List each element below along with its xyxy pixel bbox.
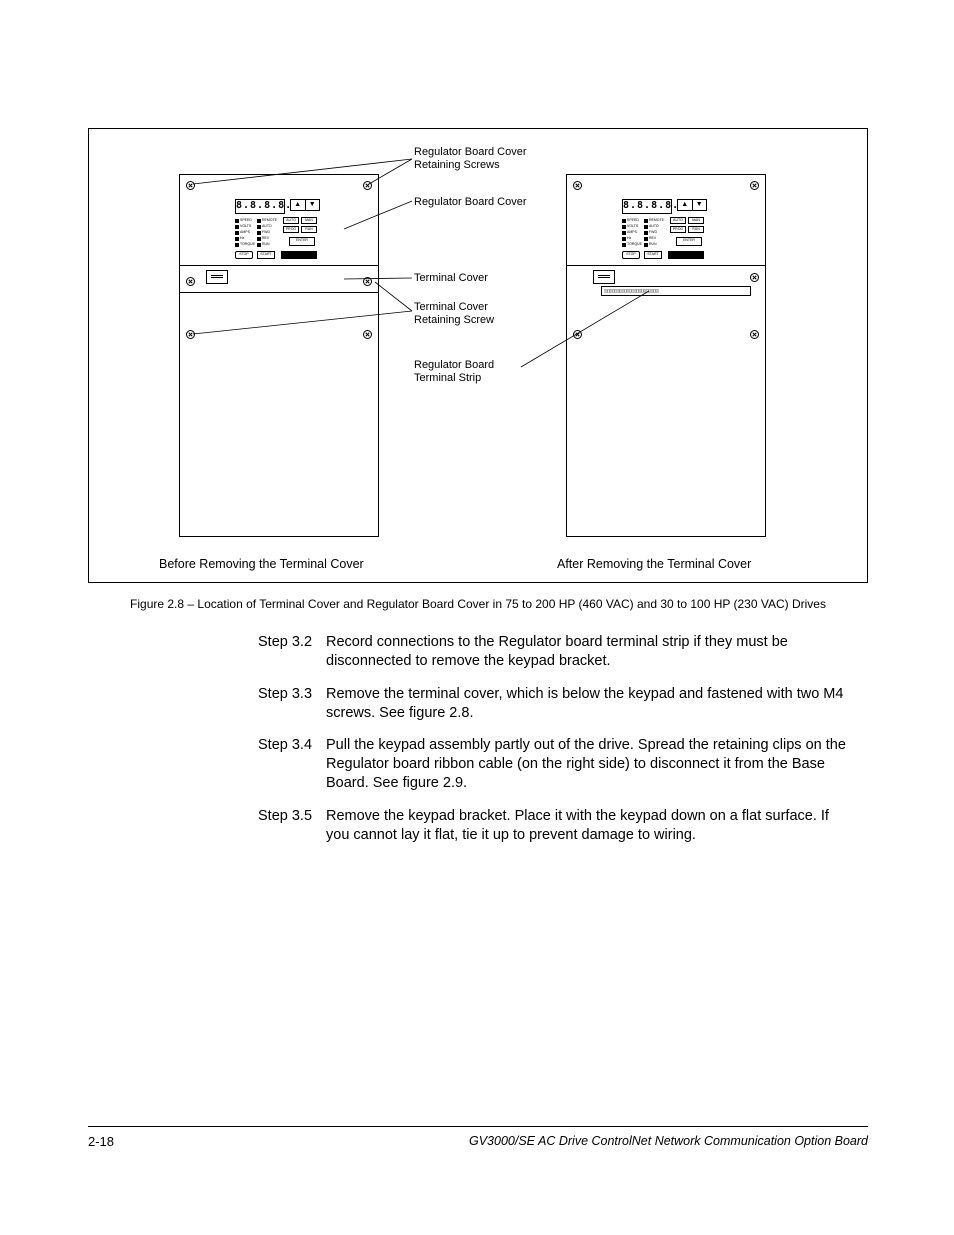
terminal-cover-window bbox=[206, 270, 228, 284]
step-3-2: Step 3.2 Record connections to the Regul… bbox=[258, 633, 853, 671]
page-number: 2-18 bbox=[88, 1134, 114, 1149]
screw-icon bbox=[186, 181, 195, 190]
label-terminal-cover: Terminal Cover bbox=[414, 272, 488, 285]
screw-icon bbox=[573, 330, 582, 339]
screw-icon bbox=[750, 273, 759, 282]
screw-icon bbox=[750, 181, 759, 190]
keypad-after: 8.8.8.8. ▲▼ SPEED VOLTS AMPS Hz TORQUE R… bbox=[622, 199, 712, 259]
lcd-display: 8.8.8.8. bbox=[235, 199, 285, 214]
screw-icon bbox=[186, 277, 195, 286]
step-3-4: Step 3.4 Pull the keypad assembly partly… bbox=[258, 736, 853, 793]
drive-panel-after: ▯▯▯▯▯▯▯▯▯▯▯▯▯▯▯▯▯▯▯▯▯▯▯▯▯▯▯▯▯▯▯▯ 8.8.8.8… bbox=[566, 174, 766, 537]
subcaption-after: After Removing the Terminal Cover bbox=[557, 557, 751, 571]
figure-frame: 8.8.8.8. ▲▼ SPEED VOLTS AMPS Hz TORQUE R… bbox=[88, 128, 868, 583]
screw-icon bbox=[363, 277, 372, 286]
label-terminal-strip: Regulator BoardTerminal Strip bbox=[414, 359, 494, 385]
label-retaining-screws: Regulator Board CoverRetaining Screws bbox=[414, 146, 527, 172]
step-3-5: Step 3.5 Remove the keypad bracket. Plac… bbox=[258, 807, 853, 845]
screw-icon bbox=[750, 330, 759, 339]
steps-list: Step 3.2 Record connections to the Regul… bbox=[258, 633, 853, 845]
arrow-buttons: ▲▼ bbox=[677, 199, 707, 211]
keypad-before: 8.8.8.8. ▲▼ SPEED VOLTS AMPS Hz TORQUE R… bbox=[235, 199, 325, 259]
lcd-display: 8.8.8.8. bbox=[622, 199, 672, 214]
label-board-cover: Regulator Board Cover bbox=[414, 196, 527, 209]
drive-panel-before: 8.8.8.8. ▲▼ SPEED VOLTS AMPS Hz TORQUE R… bbox=[179, 174, 379, 537]
terminal-window-after bbox=[593, 270, 615, 284]
screw-icon bbox=[186, 330, 195, 339]
screw-icon bbox=[363, 330, 372, 339]
screw-icon bbox=[363, 181, 372, 190]
footer-title: GV3000/SE AC Drive ControlNet Network Co… bbox=[469, 1134, 868, 1148]
screw-icon bbox=[573, 181, 582, 190]
footer-rule bbox=[88, 1126, 868, 1127]
label-terminal-screw: Terminal CoverRetaining Screw bbox=[414, 301, 494, 327]
arrow-buttons: ▲▼ bbox=[290, 199, 320, 211]
subcaption-before: Before Removing the Terminal Cover bbox=[159, 557, 364, 571]
regulator-terminal-strip: ▯▯▯▯▯▯▯▯▯▯▯▯▯▯▯▯▯▯▯▯▯▯▯▯▯▯▯▯▯▯▯▯ bbox=[601, 286, 751, 296]
step-3-3: Step 3.3 Remove the terminal cover, whic… bbox=[258, 685, 853, 723]
figure-caption: Figure 2.8 – Location of Terminal Cover … bbox=[88, 597, 868, 611]
